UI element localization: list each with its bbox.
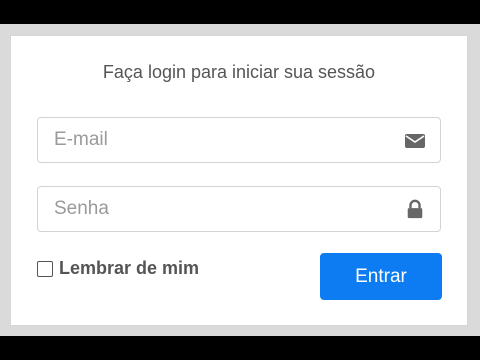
remember-checkbox[interactable]: [37, 260, 53, 277]
login-title: Faça login para iniciar sua sessão: [102, 62, 376, 82]
email-field-wrapper: [37, 117, 441, 163]
remember-label: Lembrar de mim: [59, 258, 200, 278]
lock-icon: [407, 199, 423, 219]
login-page: Faça login para iniciar sua sessão Lembr…: [0, 24, 480, 336]
login-button[interactable]: Entrar: [320, 253, 442, 300]
remember-me[interactable]: Lembrar de mim: [37, 258, 199, 279]
login-card: Faça login para iniciar sua sessão Lembr…: [10, 35, 468, 326]
password-field-wrapper: [37, 186, 441, 232]
envelope-icon: [405, 134, 425, 148]
password-input[interactable]: [38, 187, 440, 231]
email-input[interactable]: [38, 118, 440, 162]
